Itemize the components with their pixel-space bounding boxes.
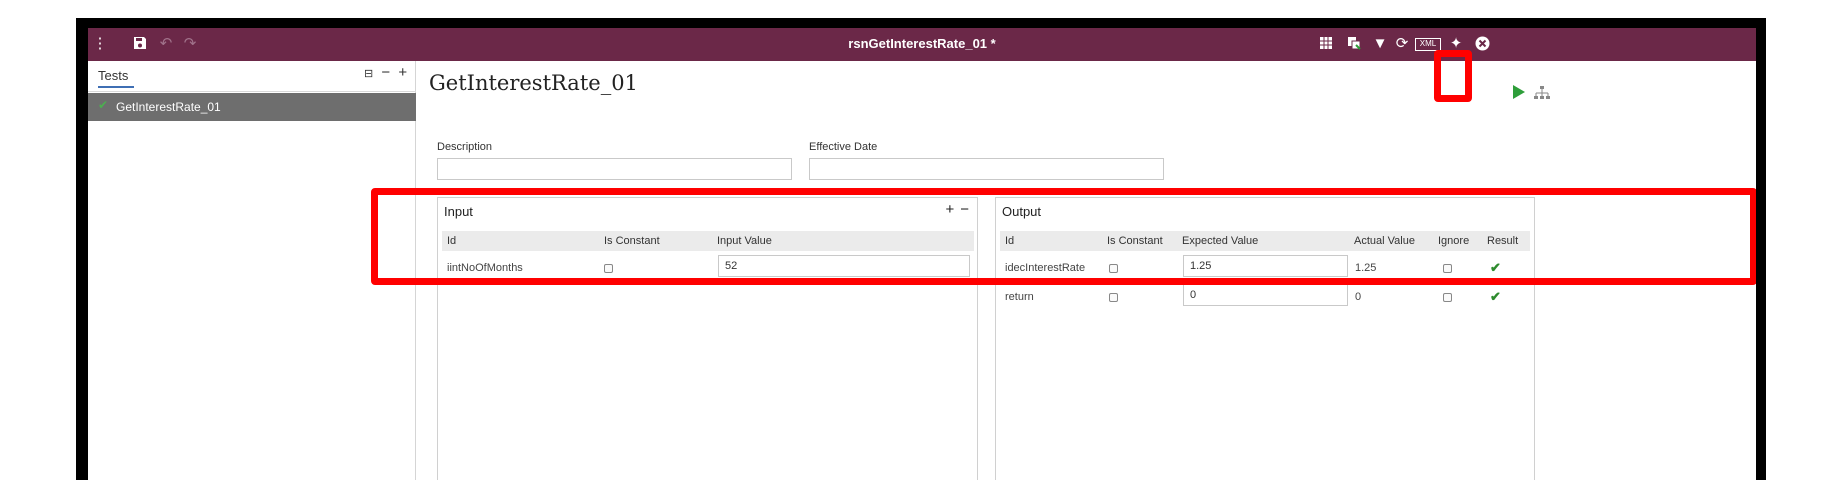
column-header: Result — [1487, 235, 1519, 247]
result-check-icon: ✔ — [1490, 260, 1501, 275]
column-header: Id — [447, 235, 457, 247]
output-panel-title: Output — [1002, 204, 1042, 219]
remove-input-icon[interactable]: − — [960, 201, 969, 218]
actual-value: 0 — [1355, 291, 1362, 303]
add-input-icon[interactable]: + — [945, 201, 954, 218]
copy-icon[interactable] — [1344, 34, 1364, 54]
test-editor: GetInterestRate_01 Description Effective… — [418, 61, 1756, 480]
add-icon[interactable]: + — [398, 64, 407, 81]
tree-toggle-icon[interactable]: ⊟ — [364, 68, 373, 80]
column-header: Input Value — [717, 235, 772, 247]
expected-value-field[interactable]: 0 — [1183, 284, 1348, 306]
page-title: GetInterestRate_01 — [429, 71, 638, 95]
table-row: return 0 0 ✔ — [1000, 284, 1530, 312]
input-table-header: Id Is Constant Input Value — [442, 231, 974, 251]
effective-date-label: Effective Date — [809, 141, 878, 153]
ignore-checkbox[interactable] — [1443, 264, 1452, 273]
dropdown-icon[interactable]: ▼ — [1370, 34, 1390, 54]
close-icon[interactable] — [1472, 34, 1492, 54]
tab-tests[interactable]: Tests — [98, 68, 134, 88]
is-constant-checkbox[interactable] — [1109, 293, 1118, 302]
test-name: GetInterestRate_01 — [116, 100, 221, 114]
result-check-icon: ✔ — [1490, 289, 1501, 304]
output-panel: Output Id Is Constant Expected Value Act… — [995, 197, 1535, 480]
description-label: Description — [437, 141, 493, 153]
tests-panel: Tests ⊟ − + ✔ GetInterestRate_01 — [88, 61, 416, 480]
run-button[interactable] — [1508, 77, 1530, 107]
expected-value-field[interactable]: 1.25 — [1183, 255, 1348, 277]
xml-icon[interactable]: XML — [1415, 38, 1441, 51]
column-header: Ignore — [1438, 235, 1470, 247]
column-header: Is Constant — [1107, 235, 1163, 247]
input-id: iintNoOfMonths — [447, 262, 523, 274]
app-window: ⋮ ↶ ↷ rsnGetInterestRate_01 * ▼ ⟳ XML ✦ … — [88, 28, 1756, 480]
table-row: iintNoOfMonths 52 — [442, 255, 974, 283]
effective-date-field[interactable] — [809, 158, 1164, 180]
output-id: idecInterestRate — [1005, 262, 1086, 274]
grid-icon[interactable] — [1316, 34, 1336, 54]
check-icon: ✔ — [98, 98, 109, 112]
divider — [88, 91, 416, 92]
remove-icon[interactable]: − — [381, 64, 390, 81]
output-id: return — [1005, 291, 1034, 303]
refresh-icon[interactable]: ⟳ — [1392, 34, 1412, 54]
window-title: rsnGetInterestRate_01 * — [848, 36, 996, 51]
column-header: Is Constant — [604, 235, 660, 247]
table-row: idecInterestRate 1.25 1.25 ✔ — [1000, 255, 1530, 283]
title-bar: ⋮ ↶ ↷ rsnGetInterestRate_01 * ▼ ⟳ XML ✦ — [88, 28, 1756, 61]
output-table-header: Id Is Constant Expected Value Actual Val… — [1000, 231, 1530, 251]
column-header: Expected Value — [1182, 235, 1259, 247]
pin-icon[interactable]: ✦ — [1446, 34, 1466, 54]
input-panel: Input + − Id Is Constant Input Value iint… — [437, 197, 978, 480]
column-header: Actual Value — [1354, 235, 1415, 247]
input-actions: + − — [939, 201, 969, 218]
is-constant-checkbox[interactable] — [1109, 264, 1118, 273]
tests-actions: ⊟ − + — [360, 64, 407, 81]
actual-value: 1.25 — [1355, 262, 1377, 274]
ignore-checkbox[interactable] — [1443, 293, 1452, 302]
column-header: Id — [1005, 235, 1015, 247]
is-constant-checkbox[interactable] — [604, 264, 613, 273]
list-item-test[interactable]: ✔ GetInterestRate_01 — [88, 93, 416, 121]
input-panel-title: Input — [444, 204, 473, 219]
input-value-field[interactable]: 52 — [718, 255, 970, 277]
description-field[interactable] — [437, 158, 792, 180]
hierarchy-icon[interactable] — [1534, 77, 1552, 104]
